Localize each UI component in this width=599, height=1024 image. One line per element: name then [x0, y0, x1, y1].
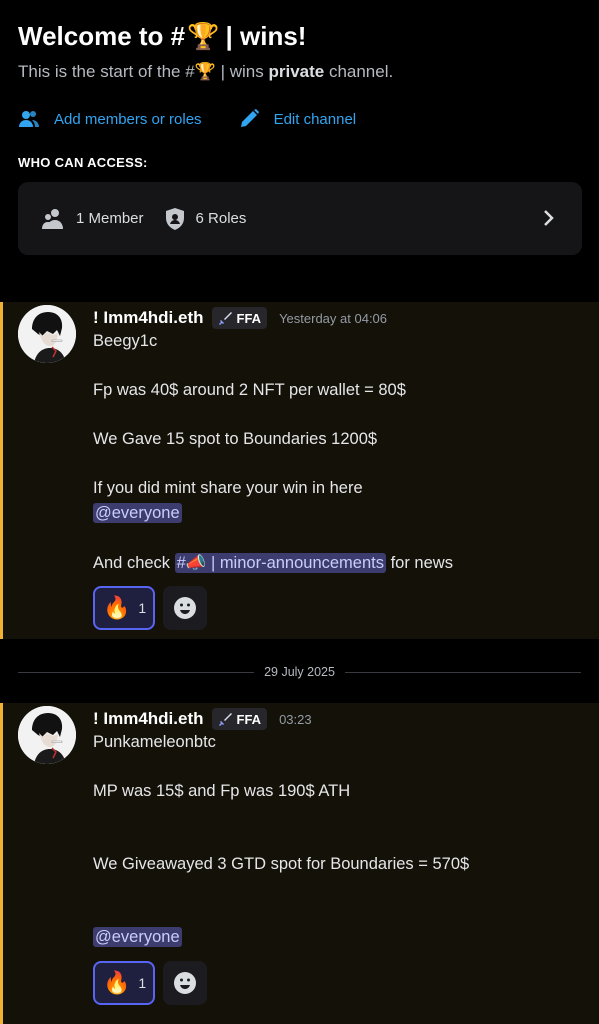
everyone-mention[interactable]: @everyone — [93, 503, 182, 523]
message-line: If you did mint share your win in here — [93, 479, 363, 497]
message: ! Imm4hdi.eth FFA 03:23 Punkameleonbtc M… — [0, 703, 599, 1014]
role-tag[interactable]: FFA — [211, 307, 268, 329]
pencil-icon — [240, 109, 259, 127]
shield-icon — [165, 207, 184, 230]
next-message-edge — [0, 1014, 599, 1024]
roles-count: 6 Roles — [164, 207, 246, 231]
role-tag[interactable]: FFA — [211, 708, 268, 730]
avatar-image — [18, 305, 76, 363]
smiley-icon — [174, 972, 196, 994]
members-count: 1 Member — [42, 208, 144, 230]
channel-actions: Add members or roles Edit channel — [18, 104, 392, 134]
message-line: We Giveawayed 3 GTD spot for Boundaries … — [93, 855, 470, 873]
avatar-image — [18, 706, 76, 764]
message-line: And check #📣 | minor-announcements for n… — [93, 553, 453, 573]
divider-line — [18, 671, 255, 673]
divider-date: 29 July 2025 — [264, 665, 335, 679]
add-reaction-button[interactable] — [163, 961, 207, 1005]
fire-icon: 🔥 — [103, 595, 131, 620]
reaction-fire[interactable]: 🔥 1 — [93, 961, 155, 1005]
timestamp: Yesterday at 04:06 — [279, 310, 388, 326]
trophy-icon: 🏆 — [194, 62, 216, 81]
members-icon — [42, 208, 63, 229]
access-label: WHO CAN ACCESS: — [18, 155, 148, 170]
trophy-icon: 🏆 — [187, 20, 220, 51]
reaction-fire[interactable]: 🔥 1 — [93, 586, 155, 630]
timestamp: 03:23 — [279, 711, 312, 727]
sword-icon — [218, 311, 232, 325]
reaction-count: 1 — [138, 975, 147, 991]
message-header: ! Imm4hdi.eth FFA 03:23 — [93, 707, 312, 731]
date-divider: 29 July 2025 — [18, 662, 582, 682]
message-line: MP was 15$ and Fp was 190$ ATH — [93, 782, 351, 800]
access-card[interactable]: 1 Member 6 Roles — [18, 182, 582, 255]
fire-icon: 🔥 — [103, 970, 131, 995]
channel-welcome: Welcome to # 🏆 | wins! — [18, 18, 588, 54]
channel-mention[interactable]: #📣 | minor-announcements — [174, 553, 386, 573]
reaction-count: 1 — [138, 600, 147, 616]
message-header: ! Imm4hdi.eth FFA Yesterday at 04:06 — [93, 306, 387, 330]
username[interactable]: ! Imm4hdi.eth — [93, 308, 204, 328]
avatar[interactable] — [18, 706, 76, 764]
add-members-button[interactable]: Add members or roles — [18, 110, 202, 128]
divider-line — [344, 671, 582, 673]
message-line: Punkameleonbtc — [93, 733, 216, 751]
everyone-mention[interactable]: @everyone — [93, 927, 182, 947]
sword-icon — [218, 712, 232, 726]
smiley-icon — [174, 597, 196, 619]
username[interactable]: ! Imm4hdi.eth — [93, 709, 204, 729]
message-line: @everyone — [93, 927, 182, 947]
add-reaction-button[interactable] — [163, 586, 207, 630]
avatar[interactable] — [18, 305, 76, 363]
message-line: Beegy1c — [93, 332, 158, 350]
message-line: Fp was 40$ around 2 NFT per wallet = 80$ — [93, 381, 406, 399]
add-user-icon — [19, 111, 39, 127]
channel-subtitle: This is the start of the #🏆 | wins priva… — [18, 62, 394, 81]
message: ! Imm4hdi.eth FFA Yesterday at 04:06 Bee… — [0, 302, 599, 639]
message-line: @everyone — [93, 503, 182, 523]
chevron-right-icon — [544, 210, 554, 226]
message-line: We Gave 15 spot to Boundaries 1200$ — [93, 430, 378, 448]
page-title: Welcome to # 🏆 | wins! — [18, 20, 307, 51]
edit-channel-button[interactable]: Edit channel — [238, 108, 356, 130]
